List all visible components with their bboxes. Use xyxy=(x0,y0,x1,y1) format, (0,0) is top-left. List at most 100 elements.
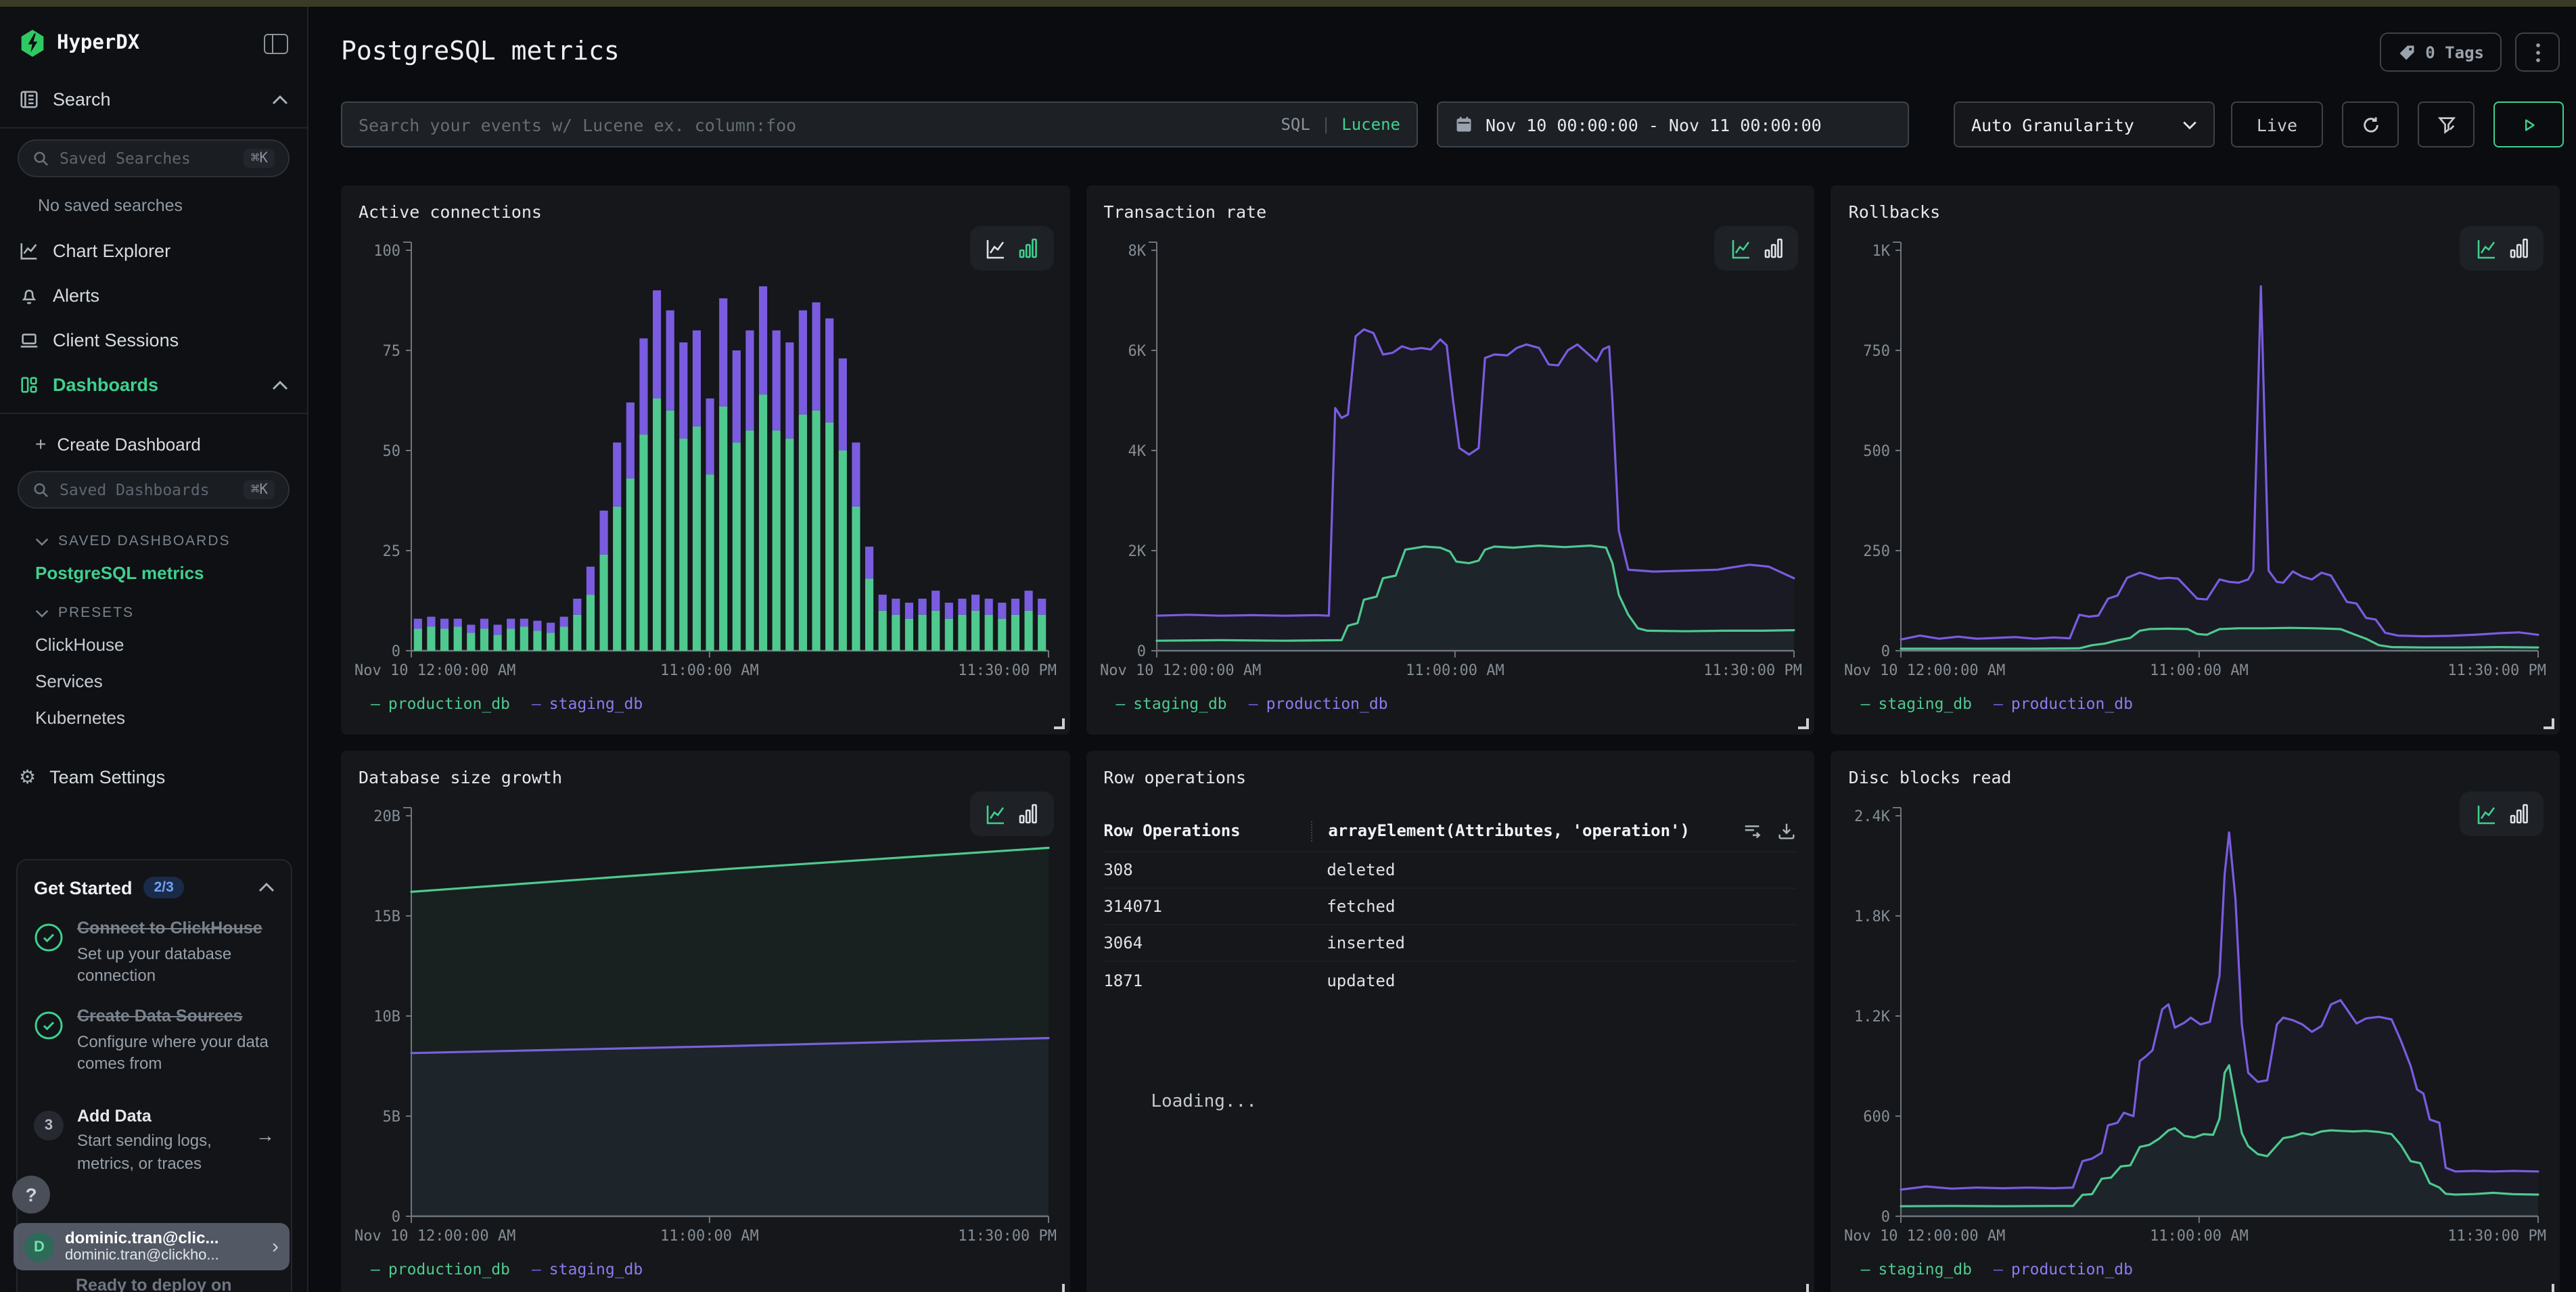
svg-text:1K: 1K xyxy=(1872,243,1891,260)
chart-view-toggle[interactable] xyxy=(2460,791,2544,836)
line-chart-icon[interactable] xyxy=(985,237,1007,259)
bar-chart-icon[interactable] xyxy=(1019,238,1038,258)
legend-item[interactable]: —staging_db xyxy=(1861,694,1972,713)
tags-button[interactable]: 0 Tags xyxy=(2379,32,2502,72)
bar-chart-icon[interactable] xyxy=(1019,804,1038,824)
sidebar-preset-clickhouse[interactable]: ClickHouse xyxy=(0,626,307,663)
section-label: PRESETS xyxy=(58,605,134,621)
chart-canvas-active-connections[interactable]: 0255075100Nov 10 12:00:00 AM11:00:00 AM1… xyxy=(352,231,1059,686)
line-chart-icon[interactable] xyxy=(1730,237,1752,259)
chart-line-icon xyxy=(19,241,39,261)
granularity-select[interactable]: Auto Granularity xyxy=(1954,101,2215,147)
table-row[interactable]: 3064 inserted xyxy=(1103,925,1797,962)
line-chart-icon[interactable] xyxy=(2475,803,2497,825)
chevron-down-icon xyxy=(35,536,49,546)
table-header-cell[interactable]: arrayElement(Attributes, 'operation') xyxy=(1310,821,1797,841)
chart-canvas-rollbacks[interactable]: 02505007501KNov 10 12:00:00 AM11:00:00 A… xyxy=(1842,231,2549,686)
chart-view-toggle[interactable] xyxy=(1715,226,1799,271)
tag-icon xyxy=(2397,43,2416,62)
event-search-input[interactable]: Search your events w/ Lucene ex. column:… xyxy=(341,101,1418,147)
sidebar-collapse-icon[interactable] xyxy=(264,33,288,53)
get-started-item-connect[interactable]: Connect to ClickHouse Set up your databa… xyxy=(34,917,275,987)
sidebar-dashboard-postgresql-metrics[interactable]: PostgreSQL metrics xyxy=(0,555,307,591)
table-row[interactable]: 1871 updated xyxy=(1103,962,1797,998)
bar-chart-icon[interactable] xyxy=(1764,238,1783,258)
get-started-item-desc: Start sending logs, metrics, or traces xyxy=(77,1130,242,1174)
table-cell-value: 1871 xyxy=(1103,971,1327,990)
avatar: D xyxy=(24,1232,54,1262)
help-button[interactable]: ? xyxy=(12,1176,50,1214)
legend-item[interactable]: —staging_db xyxy=(1116,694,1226,713)
table-cell-operation: inserted xyxy=(1310,933,1797,952)
svg-text:0: 0 xyxy=(392,643,400,660)
legend-label: staging_db xyxy=(549,694,643,713)
date-range-picker[interactable]: Nov 10 00:00:00 - Nov 11 00:00:00 xyxy=(1437,101,1909,147)
lang-toggle-sql[interactable]: SQL xyxy=(1281,115,1310,134)
chart-canvas-database-size-growth[interactable]: 05B10B15B20BNov 10 12:00:00 AM11:00:00 A… xyxy=(352,797,1059,1251)
line-chart-icon[interactable] xyxy=(2475,237,2497,259)
chart-canvas-transaction-rate[interactable]: 02K4K6K8KNov 10 12:00:00 AM11:00:00 AM11… xyxy=(1097,231,1803,686)
sidebar-item-dashboards[interactable]: Dashboards xyxy=(0,363,307,407)
legend-swatch: — xyxy=(371,694,380,713)
legend-item[interactable]: —production_db xyxy=(371,1260,510,1278)
svg-text:0: 0 xyxy=(1136,643,1145,660)
svg-text:600: 600 xyxy=(1864,1109,1891,1126)
download-icon[interactable] xyxy=(1777,821,1797,841)
chevron-up-icon[interactable] xyxy=(258,882,275,893)
svg-text:20B: 20B xyxy=(373,808,400,825)
search-placeholder: Search your events w/ Lucene ex. column:… xyxy=(359,114,1281,135)
lang-toggle-lucene[interactable]: Lucene xyxy=(1341,115,1400,134)
get-started-item-add-data[interactable]: 3 Add Data Start sending logs, metrics, … xyxy=(34,1105,275,1174)
row-operations-table: Row Operations arrayElement(Attributes, … xyxy=(1103,810,1797,998)
legend-item[interactable]: —production_db xyxy=(1994,1260,2133,1278)
chart-svg: 06001.2K1.8K2.4KNov 10 12:00:00 AM11:00:… xyxy=(1842,797,2550,1251)
chart-canvas-disc-blocks-read[interactable]: 06001.2K1.8K2.4KNov 10 12:00:00 AM11:00:… xyxy=(1842,797,2549,1251)
legend-item[interactable]: —production_db xyxy=(371,694,510,713)
svg-text:0: 0 xyxy=(1881,1209,1890,1226)
table-header-cell[interactable]: Row Operations xyxy=(1103,821,1327,840)
saved-searches-placeholder: Saved Searches xyxy=(60,149,235,168)
get-started-item-title: Create Data Sources xyxy=(77,1006,275,1029)
refresh-button[interactable] xyxy=(2342,101,2399,147)
sidebar-preset-kubernetes[interactable]: Kubernetes xyxy=(0,699,307,736)
live-button[interactable]: Live xyxy=(2231,101,2323,147)
sidebar-preset-services[interactable]: Services xyxy=(0,663,307,699)
sidebar-item-client-sessions[interactable]: Client Sessions xyxy=(0,318,307,363)
laptop-icon xyxy=(19,330,39,350)
gear-icon: ⚙ xyxy=(19,768,36,787)
saved-dashboards-input[interactable]: Saved Dashboards ⌘K xyxy=(18,471,290,509)
brand-row: HyperDX xyxy=(0,7,307,77)
dashboard-menu-button[interactable] xyxy=(2515,32,2560,72)
table-row[interactable]: 314071 fetched xyxy=(1103,889,1797,925)
saved-dashboards-header[interactable]: SAVED DASHBOARDS xyxy=(0,520,307,555)
chart-view-toggle[interactable] xyxy=(969,226,1053,271)
create-dashboard-button[interactable]: + Create Dashboard xyxy=(0,419,307,460)
table-row[interactable]: 308 deleted xyxy=(1103,852,1797,889)
get-started-item-datasources[interactable]: Create Data Sources Configure where your… xyxy=(34,1006,275,1076)
table-header-row: Row Operations arrayElement(Attributes, … xyxy=(1103,810,1797,852)
line-chart-icon[interactable] xyxy=(985,803,1007,825)
run-query-button[interactable] xyxy=(2493,101,2564,147)
chart-view-toggle[interactable] xyxy=(2460,226,2544,271)
check-circle-icon xyxy=(34,923,64,952)
sidebar-item-chart-explorer[interactable]: Chart Explorer xyxy=(0,229,307,273)
sidebar-item-alerts[interactable]: Alerts xyxy=(0,273,307,318)
user-menu[interactable]: D dominic.tran@clic... dominic.tran@clic… xyxy=(14,1223,290,1270)
legend-item[interactable]: —staging_db xyxy=(532,1260,643,1278)
bar-chart-icon[interactable] xyxy=(2509,804,2528,824)
search-icon xyxy=(32,149,50,167)
sidebar-item-search[interactable]: Search xyxy=(0,77,307,122)
legend-item[interactable]: —production_db xyxy=(1994,694,2133,713)
legend-item[interactable]: —staging_db xyxy=(532,694,643,713)
chart-from-column-icon[interactable] xyxy=(1743,821,1764,841)
legend-swatch: — xyxy=(371,1260,380,1278)
chevron-up-icon xyxy=(272,379,288,390)
legend-item[interactable]: —production_db xyxy=(1249,694,1388,713)
bar-chart-icon[interactable] xyxy=(2509,238,2528,258)
sidebar-item-team-settings[interactable]: ⚙ Team Settings xyxy=(0,755,307,800)
chart-view-toggle[interactable] xyxy=(969,791,1053,836)
presets-header[interactable]: PRESETS xyxy=(0,591,307,626)
legend-item[interactable]: —staging_db xyxy=(1861,1260,1972,1278)
saved-searches-input[interactable]: Saved Searches ⌘K xyxy=(18,139,290,177)
filter-button[interactable] xyxy=(2418,101,2475,147)
